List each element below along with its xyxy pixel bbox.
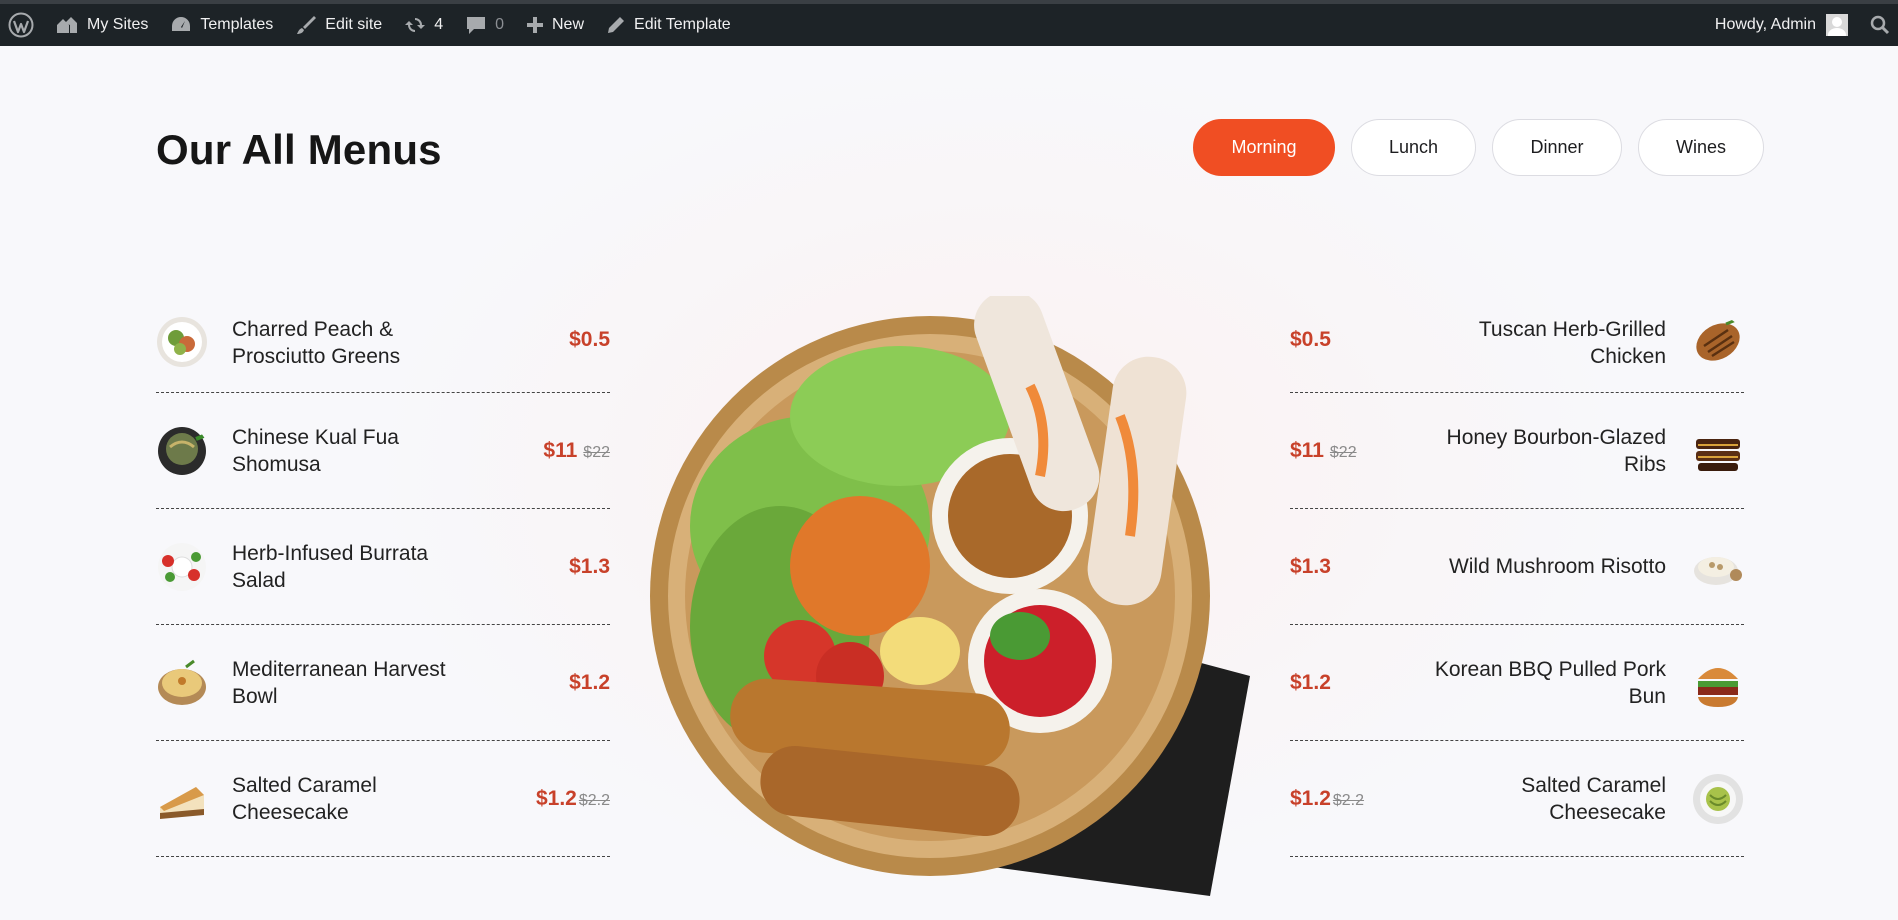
list-item[interactable]: $1.2 Korean BBQ Pulled Pork Bun <box>1290 625 1744 741</box>
price: $1.2 <box>535 786 577 810</box>
wordpress-logo-button[interactable] <box>0 4 44 46</box>
price: $1.2 <box>1290 670 1331 694</box>
menu-page: Our All Menus Morning Lunch Dinner Wines… <box>0 46 1898 920</box>
item-name: Salted Caramel Cheesecake <box>1521 773 1666 824</box>
item-name: Salted Caramel Cheesecake <box>232 773 377 824</box>
avatar <box>1826 14 1848 36</box>
ribs-icon <box>1692 425 1744 477</box>
updates-icon <box>405 18 426 32</box>
admin-bar: My Sites Templates Edit site 4 0 New Edi… <box>0 0 1898 46</box>
item-name: Tuscan Herb-Grilled Chicken <box>1478 318 1666 368</box>
my-sites-button[interactable]: My Sites <box>44 4 159 46</box>
brush-icon <box>297 16 317 34</box>
price: $1.3 <box>1290 554 1331 578</box>
old-price: $2.2 <box>1332 791 1365 809</box>
list-item[interactable]: $1.2 $2.2 Salted Caramel Cheesecake <box>1290 741 1744 857</box>
search-icon <box>1870 15 1890 35</box>
new-label: New <box>552 16 585 33</box>
updates-button[interactable]: 4 <box>393 4 454 46</box>
noodle-bowl-icon <box>156 425 208 477</box>
price: $0.5 <box>569 328 610 351</box>
comment-bubble-icon <box>467 17 486 34</box>
old-price: $2.2 <box>578 791 610 809</box>
comments-count: 0 <box>495 16 504 33</box>
noodle-plate-icon <box>1692 773 1744 825</box>
cheesecake-icon <box>156 773 208 825</box>
edit-site-button[interactable]: Edit site <box>284 4 393 46</box>
burrata-salad-icon <box>156 541 208 593</box>
new-content-button[interactable]: New <box>515 4 595 46</box>
item-name: Korean BBQ Pulled Pork Bun <box>1434 657 1666 708</box>
comments-button[interactable]: 0 <box>454 4 515 46</box>
account-menu[interactable]: Howdy, Admin <box>1704 4 1859 46</box>
price: $0.5 <box>1290 328 1331 351</box>
price: $11 <box>1290 438 1324 462</box>
item-name: Herb-Infused Burrata Salad <box>232 541 429 592</box>
edit-template-label: Edit Template <box>634 16 731 33</box>
list-item[interactable]: Herb-Infused Burrata Salad $1.3 <box>156 509 610 625</box>
featured-dish-image <box>650 290 1250 896</box>
price: $1.2 <box>1290 786 1331 810</box>
page-title: Our All Menus <box>156 126 442 173</box>
old-price: $22 <box>583 443 610 461</box>
edit-site-label: Edit site <box>325 16 383 33</box>
tab-lunch[interactable]: Lunch <box>1351 119 1476 176</box>
grilled-chicken-icon <box>1692 316 1744 368</box>
updates-count: 4 <box>434 16 444 33</box>
tab-morning[interactable]: Morning <box>1193 119 1335 176</box>
hummus-bowl-icon <box>156 657 208 709</box>
howdy-label: Howdy, Admin <box>1714 16 1816 33</box>
tab-dinner[interactable]: Dinner <box>1492 119 1622 176</box>
list-item[interactable]: Chinese Kual Fua Shomusa $11 $22 <box>156 393 610 509</box>
item-name: Mediterranean Harvest Bowl <box>232 657 446 708</box>
my-sites-label: My Sites <box>87 16 149 33</box>
risotto-icon <box>1692 541 1744 593</box>
templates-label: Templates <box>200 16 274 33</box>
list-item[interactable]: Salted Caramel Cheesecake $1.2 $2.2 <box>156 741 610 857</box>
item-name: Charred Peach & Prosciutto Greens <box>232 318 401 368</box>
wordpress-icon <box>8 12 34 38</box>
right-menu-list: $0.5 Tuscan Herb-Grilled Chicken $11 $22… <box>1290 296 1744 857</box>
my-sites-icon <box>57 17 77 33</box>
price: $1.2 <box>569 670 610 694</box>
salad-plate-icon <box>156 316 208 368</box>
item-name: Honey Bourbon-Glazed Ribs <box>1446 425 1666 476</box>
list-item[interactable]: Charred Peach & Prosciutto Greens $0.5 <box>156 296 610 393</box>
edit-template-button[interactable]: Edit Template <box>595 4 742 46</box>
old-price: $22 <box>1329 443 1357 461</box>
list-item[interactable]: $11 $22 Honey Bourbon-Glazed Ribs <box>1290 393 1744 509</box>
menu-tabs: Morning Lunch Dinner Wines <box>1193 119 1764 176</box>
dashboard-gauge-icon <box>172 17 191 31</box>
item-name: Chinese Kual Fua Shomusa <box>232 425 399 476</box>
burger-icon <box>1692 657 1744 709</box>
list-item[interactable]: $1.3 Wild Mushroom Risotto <box>1290 509 1744 625</box>
list-item[interactable]: Mediterranean Harvest Bowl $1.2 <box>156 625 610 741</box>
search-button[interactable] <box>1859 4 1898 46</box>
plus-icon <box>527 17 543 33</box>
price: $1.3 <box>569 554 610 578</box>
left-menu-list: Charred Peach & Prosciutto Greens $0.5 C… <box>156 296 610 857</box>
pencil-icon <box>608 17 625 33</box>
spring-roll-basket-illustration <box>650 290 1250 896</box>
templates-button[interactable]: Templates <box>159 4 284 46</box>
item-name: Wild Mushroom Risotto <box>1448 555 1666 578</box>
list-item[interactable]: $0.5 Tuscan Herb-Grilled Chicken <box>1290 296 1744 393</box>
tab-wines[interactable]: Wines <box>1638 119 1764 176</box>
price: $11 <box>543 438 578 462</box>
